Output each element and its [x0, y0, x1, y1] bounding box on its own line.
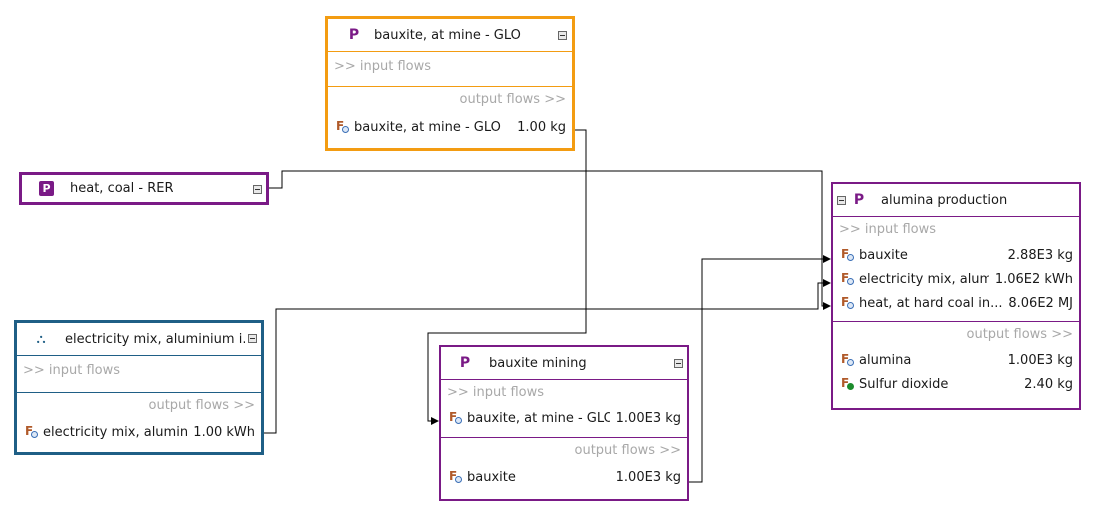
- output-flow-row[interactable]: F Sulfur dioxide 2.40 kg: [833, 372, 1079, 396]
- input-flows-toggle[interactable]: >> input flows: [441, 380, 687, 406]
- flow-name: heat, at hard coal in...: [859, 295, 1003, 311]
- output-flows-toggle[interactable]: output flows >>: [833, 322, 1079, 348]
- flow-amount: 1.06E2 kWh: [994, 271, 1073, 287]
- flow-amount: 1.00E3 kg: [615, 410, 681, 426]
- flow-amount: 1.00E3 kg: [615, 469, 681, 485]
- output-flow-row[interactable]: F alumina 1.00E3 kg: [833, 348, 1079, 372]
- output-flows-toggle[interactable]: output flows >>: [441, 438, 687, 465]
- flow-name: electricity mix, alumi...: [859, 271, 989, 287]
- process-icon: P: [853, 192, 865, 208]
- input-flow-row[interactable]: F bauxite 2.88E3 kg: [833, 243, 1079, 267]
- collapse-icon[interactable]: [248, 334, 257, 343]
- product-system-icon: ⛬: [36, 331, 46, 347]
- input-flow-row[interactable]: F heat, at hard coal in... 8.06E2 MJ: [833, 291, 1079, 315]
- flow-name: bauxite: [467, 469, 516, 485]
- flow-icon: F: [841, 352, 855, 367]
- flow-name: bauxite, at mine - GLO: [354, 119, 501, 135]
- collapse-icon[interactable]: [837, 196, 846, 205]
- flow-icon: F: [841, 247, 855, 262]
- process-node-heat-coal[interactable]: P heat, coal - RER: [19, 172, 269, 205]
- flow-icon: F: [449, 469, 463, 484]
- process-node-electricity-mix[interactable]: ⛬ electricity mix, aluminium i... >> inp…: [14, 320, 264, 455]
- node-title: electricity mix, aluminium i...: [65, 331, 245, 347]
- collapse-icon[interactable]: [674, 359, 683, 368]
- flow-amount: 1.00 kWh: [193, 424, 255, 440]
- process-icon: P: [348, 27, 360, 43]
- process-node-bauxite-mining[interactable]: P bauxite mining >> input flows F bauxit…: [439, 345, 689, 501]
- flow-icon: F: [336, 119, 350, 134]
- node-title: bauxite, at mine - GLO: [374, 27, 521, 43]
- flow-amount: 1.00 kg: [517, 119, 566, 135]
- collapse-icon[interactable]: [558, 31, 567, 40]
- flow-amount: 8.06E2 MJ: [1008, 295, 1073, 311]
- input-flows-toggle[interactable]: >> input flows: [17, 356, 261, 392]
- flow-name: bauxite: [859, 247, 908, 263]
- flow-icon: F: [449, 410, 463, 425]
- output-flows-toggle[interactable]: output flows >>: [328, 87, 572, 115]
- flow-amount: 1.00E3 kg: [1007, 352, 1073, 368]
- process-node-bauxite-at-mine[interactable]: P bauxite, at mine - GLO >> input flows …: [325, 16, 575, 151]
- flow-name: bauxite, at mine - GLO: [467, 410, 610, 426]
- elementary-flow-icon: F: [841, 376, 855, 391]
- expand-icon[interactable]: [253, 185, 262, 194]
- input-flow-row[interactable]: F electricity mix, alumi... 1.06E2 kWh: [833, 267, 1079, 291]
- output-flows-toggle[interactable]: output flows >>: [17, 393, 261, 420]
- process-icon: P: [39, 181, 54, 196]
- output-flow-row[interactable]: F bauxite 1.00E3 kg: [441, 465, 687, 489]
- flow-name: alumina: [859, 352, 912, 368]
- input-flows-toggle[interactable]: >> input flows: [328, 52, 572, 86]
- link-mining-to-alumina: [688, 255, 831, 483]
- output-flow-row[interactable]: F electricity mix, alumini... 1.00 kWh: [17, 420, 261, 444]
- input-flow-row[interactable]: F bauxite, at mine - GLO 1.00E3 kg: [441, 406, 687, 430]
- node-title: bauxite mining: [489, 355, 587, 371]
- node-title: heat, coal - RER: [70, 181, 174, 196]
- process-icon: P: [459, 355, 471, 371]
- flow-icon: F: [25, 424, 39, 439]
- flow-name: Sulfur dioxide: [859, 376, 949, 392]
- flow-amount: 2.88E3 kg: [1007, 247, 1073, 263]
- process-node-alumina-production[interactable]: P alumina production >> input flows F ba…: [831, 182, 1081, 410]
- link-heat-to-alumina: [268, 170, 831, 310]
- input-flows-toggle[interactable]: >> input flows: [833, 217, 1079, 243]
- node-title: alumina production: [881, 192, 1008, 208]
- flow-name: electricity mix, alumini...: [43, 424, 188, 440]
- flow-amount: 2.40 kg: [1024, 376, 1073, 392]
- output-flow-row[interactable]: F bauxite, at mine - GLO 1.00 kg: [328, 115, 572, 139]
- flow-icon: F: [841, 271, 855, 286]
- flow-icon: F: [841, 295, 855, 310]
